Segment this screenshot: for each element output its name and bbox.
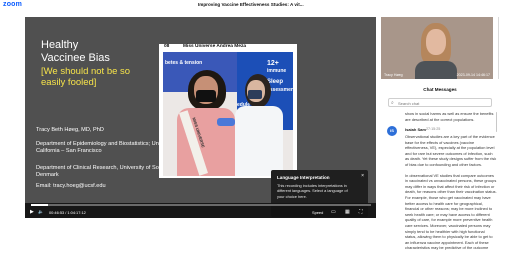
play-icon[interactable]: ▶: [30, 209, 34, 215]
photo-nurse-mask: [248, 90, 262, 99]
message-paragraph: Observational studies are a key part of …: [405, 134, 497, 167]
photo-number: 08: [164, 44, 170, 49]
progress-bar[interactable]: [31, 204, 371, 206]
chat-scrollbar[interactable]: [495, 112, 497, 132]
progress-fill: [31, 204, 48, 206]
chat-search-input[interactable]: [398, 100, 488, 106]
speaker-shirt: [415, 61, 457, 79]
message-time: 27:15:25: [426, 127, 441, 131]
message-paragraph: In observational VE studies that compare…: [405, 172, 497, 251]
slide-subtitle: [We should not be so easily fooled]: [41, 66, 131, 88]
fullscreen-icon[interactable]: ⛶: [359, 209, 363, 215]
chat-search-box[interactable]: ⌕: [388, 98, 492, 107]
video-stage[interactable]: Healthy Vaccinee Bias [We should not be …: [25, 17, 376, 218]
photo-face-mask: [196, 90, 216, 102]
search-icon: ⌕: [391, 100, 394, 106]
popup-body: This recording includes interpretations …: [277, 183, 348, 199]
title-bar: zoom Improving Vaccine Effectiveness Stu…: [0, 0, 520, 12]
photo-nurse-coat: [235, 106, 283, 176]
photo-image: betes & tension 12+ immune Sleep assessm…: [163, 52, 293, 176]
slide-title: Healthy Vaccinee Bias: [41, 39, 110, 65]
photo-caption: Miss Universe Andrea Meza: [183, 44, 247, 49]
player-controls: ▶ 🔈 00:46:53 / 1:04:17:12 Speed ▭ ▦ ⛶: [25, 203, 376, 218]
chat-message-previous: show in social harms as well as ensure t…: [405, 111, 494, 122]
photo-glove: [217, 118, 235, 126]
current-time: 00:46:53: [49, 210, 65, 215]
total-time: 1:04:17:12: [67, 210, 86, 215]
chat-header: Chat Messages: [423, 87, 457, 92]
slide-title-line2: Vaccinee Bias: [41, 52, 110, 64]
speaker-video: Tracy Høeg 2023-09-14 14:46:17: [381, 17, 493, 79]
slide-author: Tracy Beth Høeg, MD, PhD: [36, 127, 104, 133]
layout-icon[interactable]: ▦: [345, 209, 350, 215]
close-icon[interactable]: ×: [361, 173, 364, 179]
avatar: IS: [387, 126, 397, 136]
slide-title-line1: Healthy: [41, 39, 79, 51]
photo-wall-text: immune: [267, 68, 287, 74]
speaker-timestamp: 2023-09-14 14:46:17: [456, 73, 490, 77]
panel-divider[interactable]: [498, 17, 499, 79]
photo-wall-text: 12+: [267, 60, 279, 67]
zoom-logo: zoom: [3, 1, 23, 8]
window-title: Improving Vaccine Effectiveness Studies:…: [198, 2, 304, 7]
zoom-recording-window: zoom Improving Vaccine Effectiveness Stu…: [0, 0, 520, 272]
speed-button[interactable]: Speed: [312, 210, 323, 215]
slide-photo: 08 Miss Universe Andrea Meza betes & ten…: [159, 44, 297, 178]
time-readout: 00:46:53 / 1:04:17:12: [49, 210, 86, 215]
volume-icon[interactable]: 🔈: [38, 209, 44, 215]
speaker-face: [426, 29, 446, 55]
speaker-name: Tracy Høeg: [384, 73, 403, 77]
slide-email: Email: tracy.hoeg@ucsf.edu: [36, 183, 106, 189]
captions-icon[interactable]: ▭: [331, 209, 336, 215]
photo-left-text: betes & tension: [165, 60, 203, 66]
popup-title: Language Interpretation: [277, 175, 330, 180]
chat-panel: Chat Messages ⌕ show in social harms as …: [381, 84, 499, 272]
message-author: Isaiah Sam: [405, 127, 426, 132]
chat-message-body: Observational studies are a key part of …: [405, 134, 497, 256]
